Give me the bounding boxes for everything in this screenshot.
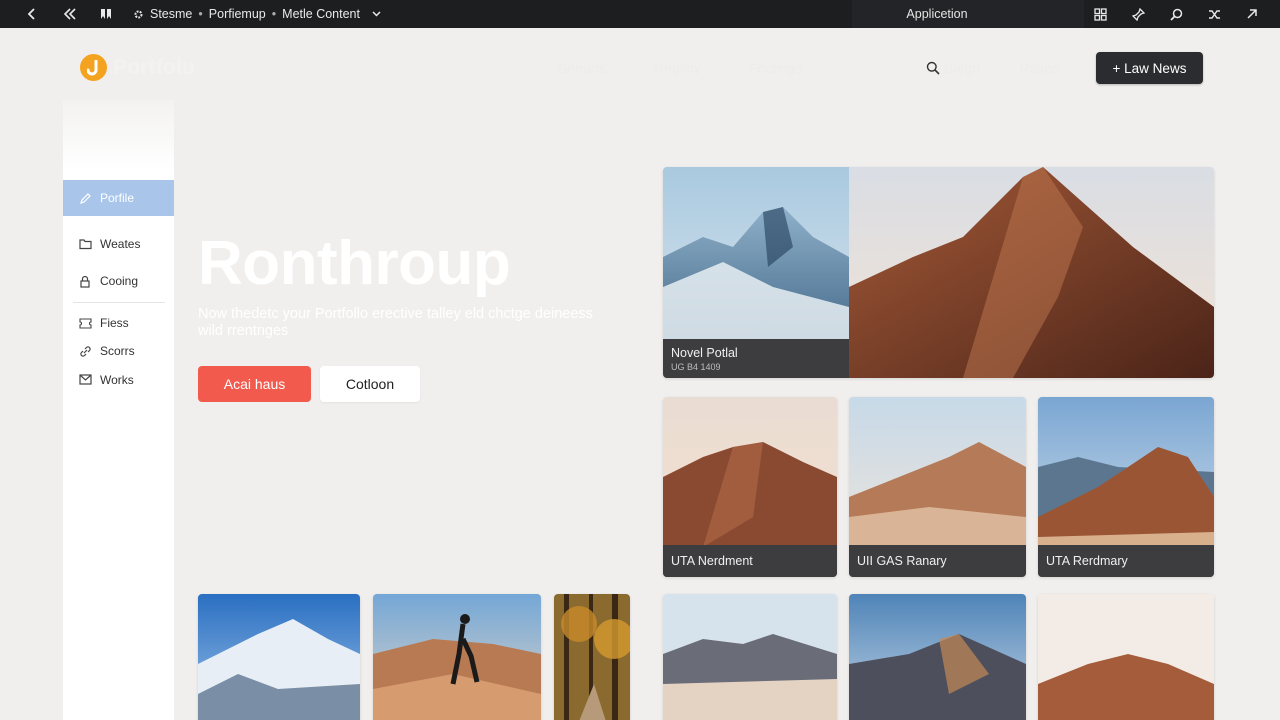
- breadcrumb: Stesme • Porfiemup • Metle Content: [132, 0, 382, 28]
- search-icon: [926, 61, 940, 75]
- breadcrumb-item[interactable]: Stesme: [150, 7, 192, 21]
- gallery-caption: UII GAS Ranary: [849, 545, 1026, 577]
- search-icon[interactable]: [1168, 6, 1184, 22]
- featured-card[interactable]: Novel Potlal UG B4 1409: [663, 167, 1214, 378]
- sidebar-item-label: Cooing: [100, 274, 139, 288]
- breadcrumb-item[interactable]: Porfiemup: [209, 7, 266, 21]
- sidebar-item-cooing[interactable]: Cooing: [63, 263, 174, 299]
- hero-subtitle: Now thedetc your Portfollo erective tall…: [198, 306, 593, 339]
- primary-cta-button[interactable]: Acai haus: [198, 366, 311, 402]
- mail-icon: [79, 373, 92, 387]
- featured-caption-title: Novel Potlal: [671, 346, 738, 360]
- logo-mark-icon: [80, 54, 107, 81]
- gallery-image: [663, 594, 837, 720]
- folder-icon: [79, 238, 92, 251]
- gallery-card[interactable]: [1038, 594, 1214, 720]
- secondary-cta-button[interactable]: Cotloon: [320, 366, 420, 402]
- nav-item[interactable]: Regicty: [654, 60, 701, 76]
- ticket-icon: [79, 317, 92, 330]
- gallery-image: [1038, 594, 1214, 720]
- gallery-image: [554, 594, 630, 720]
- breadcrumb-item[interactable]: Metle Content: [282, 7, 360, 21]
- gallery-caption: UTA Nerdment: [663, 545, 837, 577]
- sidebar-item-weates[interactable]: Weates: [63, 226, 174, 262]
- breadcrumb-separator: •: [198, 7, 203, 21]
- featured-caption: Novel Potlal UG B4 1409: [663, 339, 849, 378]
- nav-item[interactable]: Senurts: [558, 60, 606, 76]
- breadcrumb-separator: •: [271, 7, 277, 21]
- link-icon: [79, 345, 92, 358]
- gallery-caption: UTA Rerdmary: [1038, 545, 1214, 577]
- sidebar-item-label: Porfile: [100, 191, 135, 205]
- sidebar-item-label: Works: [100, 373, 134, 387]
- gallery-image: [373, 594, 541, 720]
- lock-icon: [79, 275, 92, 288]
- sidebar-item-label: Fiess: [100, 316, 129, 330]
- window-title: Applicetion: [906, 7, 968, 21]
- logo[interactable]: Portfolu: [80, 54, 195, 81]
- grid-icon[interactable]: [1092, 6, 1108, 22]
- gallery-image: [198, 594, 360, 720]
- back-icon[interactable]: [24, 6, 40, 22]
- search-link[interactable]: Baign: [926, 60, 980, 76]
- pin-icon[interactable]: [1130, 6, 1146, 22]
- sidebar-item-works[interactable]: Works: [63, 362, 174, 398]
- gallery-card[interactable]: [373, 594, 541, 720]
- double-back-icon[interactable]: [62, 6, 78, 22]
- reads-link[interactable]: Reaps: [1019, 60, 1059, 76]
- gallery-card[interactable]: [198, 594, 360, 720]
- main-nav: Senurts Regicty Fnctings: [558, 60, 802, 76]
- gallery-card[interactable]: UTA Nerdment: [663, 397, 837, 577]
- sidebar-item-label: Weates: [100, 237, 141, 251]
- hero-title: Ronthroup: [198, 229, 511, 298]
- gallery-card[interactable]: [554, 594, 630, 720]
- sidebar-item-label: Scorrs: [100, 344, 135, 358]
- sidebar-item-profile[interactable]: Porfile: [63, 180, 174, 216]
- gallery-image: [849, 594, 1026, 720]
- new-news-button[interactable]: + Law News: [1096, 52, 1203, 84]
- gallery-card[interactable]: [849, 594, 1026, 720]
- nav-item[interactable]: Fnctings: [749, 60, 802, 76]
- bookmark-icon[interactable]: [98, 6, 114, 22]
- featured-caption-meta: UG B4 1409: [671, 362, 721, 372]
- pencil-icon: [79, 192, 92, 205]
- sidebar: Porfile Weates Cooing Fiess Scorrs Works: [63, 100, 174, 720]
- shuffle-icon[interactable]: [1206, 6, 1222, 22]
- gallery-card[interactable]: UII GAS Ranary: [849, 397, 1026, 577]
- chevron-down-icon[interactable]: [372, 6, 382, 22]
- gear-icon[interactable]: [132, 8, 144, 20]
- gallery-card[interactable]: [663, 594, 837, 720]
- site-header: Portfolu Senurts Regicty Fnctings Baign …: [0, 28, 1280, 108]
- arrow-out-icon[interactable]: [1244, 6, 1260, 22]
- search-label: Baign: [944, 60, 980, 76]
- toolbar-icons: [1092, 0, 1260, 28]
- logo-text: Portfolu: [113, 55, 196, 79]
- gallery-card[interactable]: UTA Rerdmary: [1038, 397, 1214, 577]
- sidebar-divider: [73, 302, 165, 303]
- system-top-bar: Stesme • Porfiemup • Metle Content Appli…: [0, 0, 1280, 28]
